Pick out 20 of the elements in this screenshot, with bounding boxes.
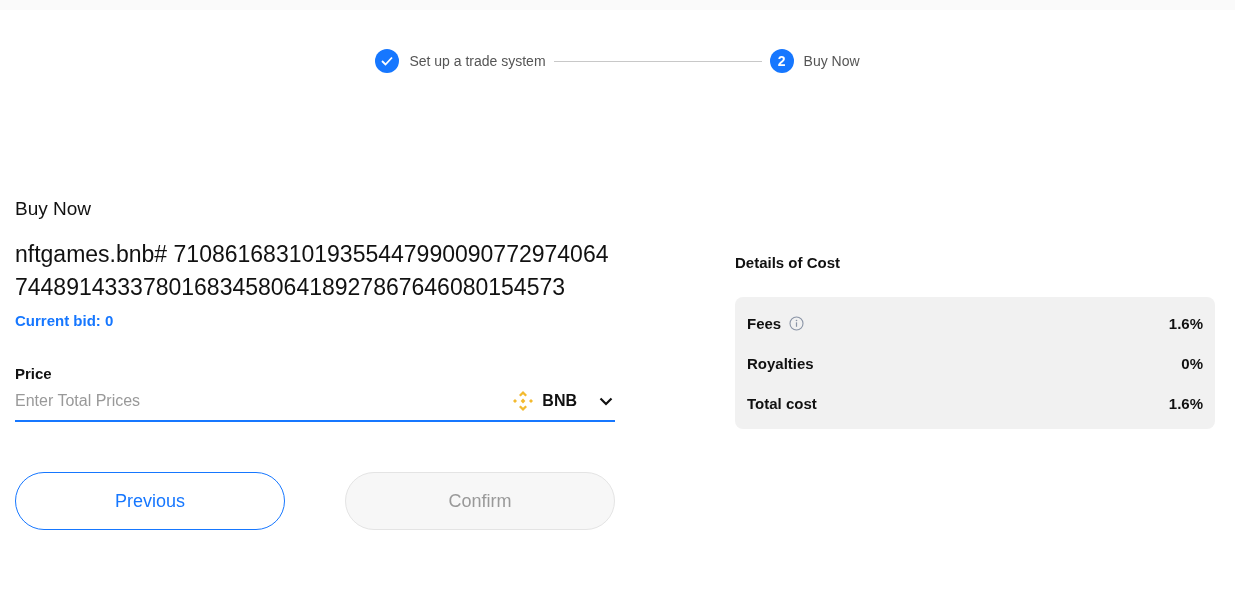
step-label: Buy Now [803, 53, 860, 69]
item-name: nftgames.bnb# 71086168310193554479900907729740647448914333780168345806418927867646080154573 [15, 240, 610, 302]
section-title: Details of Cost [735, 254, 841, 271]
cost-label: Fees [747, 314, 782, 332]
diamond-logo-icon [512, 390, 535, 412]
cost-label: Royalties [747, 354, 814, 372]
previous-button[interactable]: Previous [15, 472, 285, 530]
page-heading: Buy Now [15, 198, 93, 220]
info-icon[interactable] [789, 315, 805, 331]
step-number: 2 [769, 49, 794, 73]
cost-value: 0% [1181, 354, 1203, 372]
current-bid: Current bid: 0 [15, 312, 115, 329]
step-label: Set up a trade system [409, 53, 546, 69]
cost-label: Total cost [747, 394, 817, 412]
price-input[interactable]: Enter Total Prices [15, 392, 503, 410]
currency-dropdown[interactable]: BNB [512, 390, 615, 412]
field-label: Price [15, 365, 53, 382]
chevron-down-icon [599, 396, 613, 406]
cost-value: 1.6% [1168, 314, 1203, 332]
cost-value: 1.6% [1168, 394, 1203, 412]
